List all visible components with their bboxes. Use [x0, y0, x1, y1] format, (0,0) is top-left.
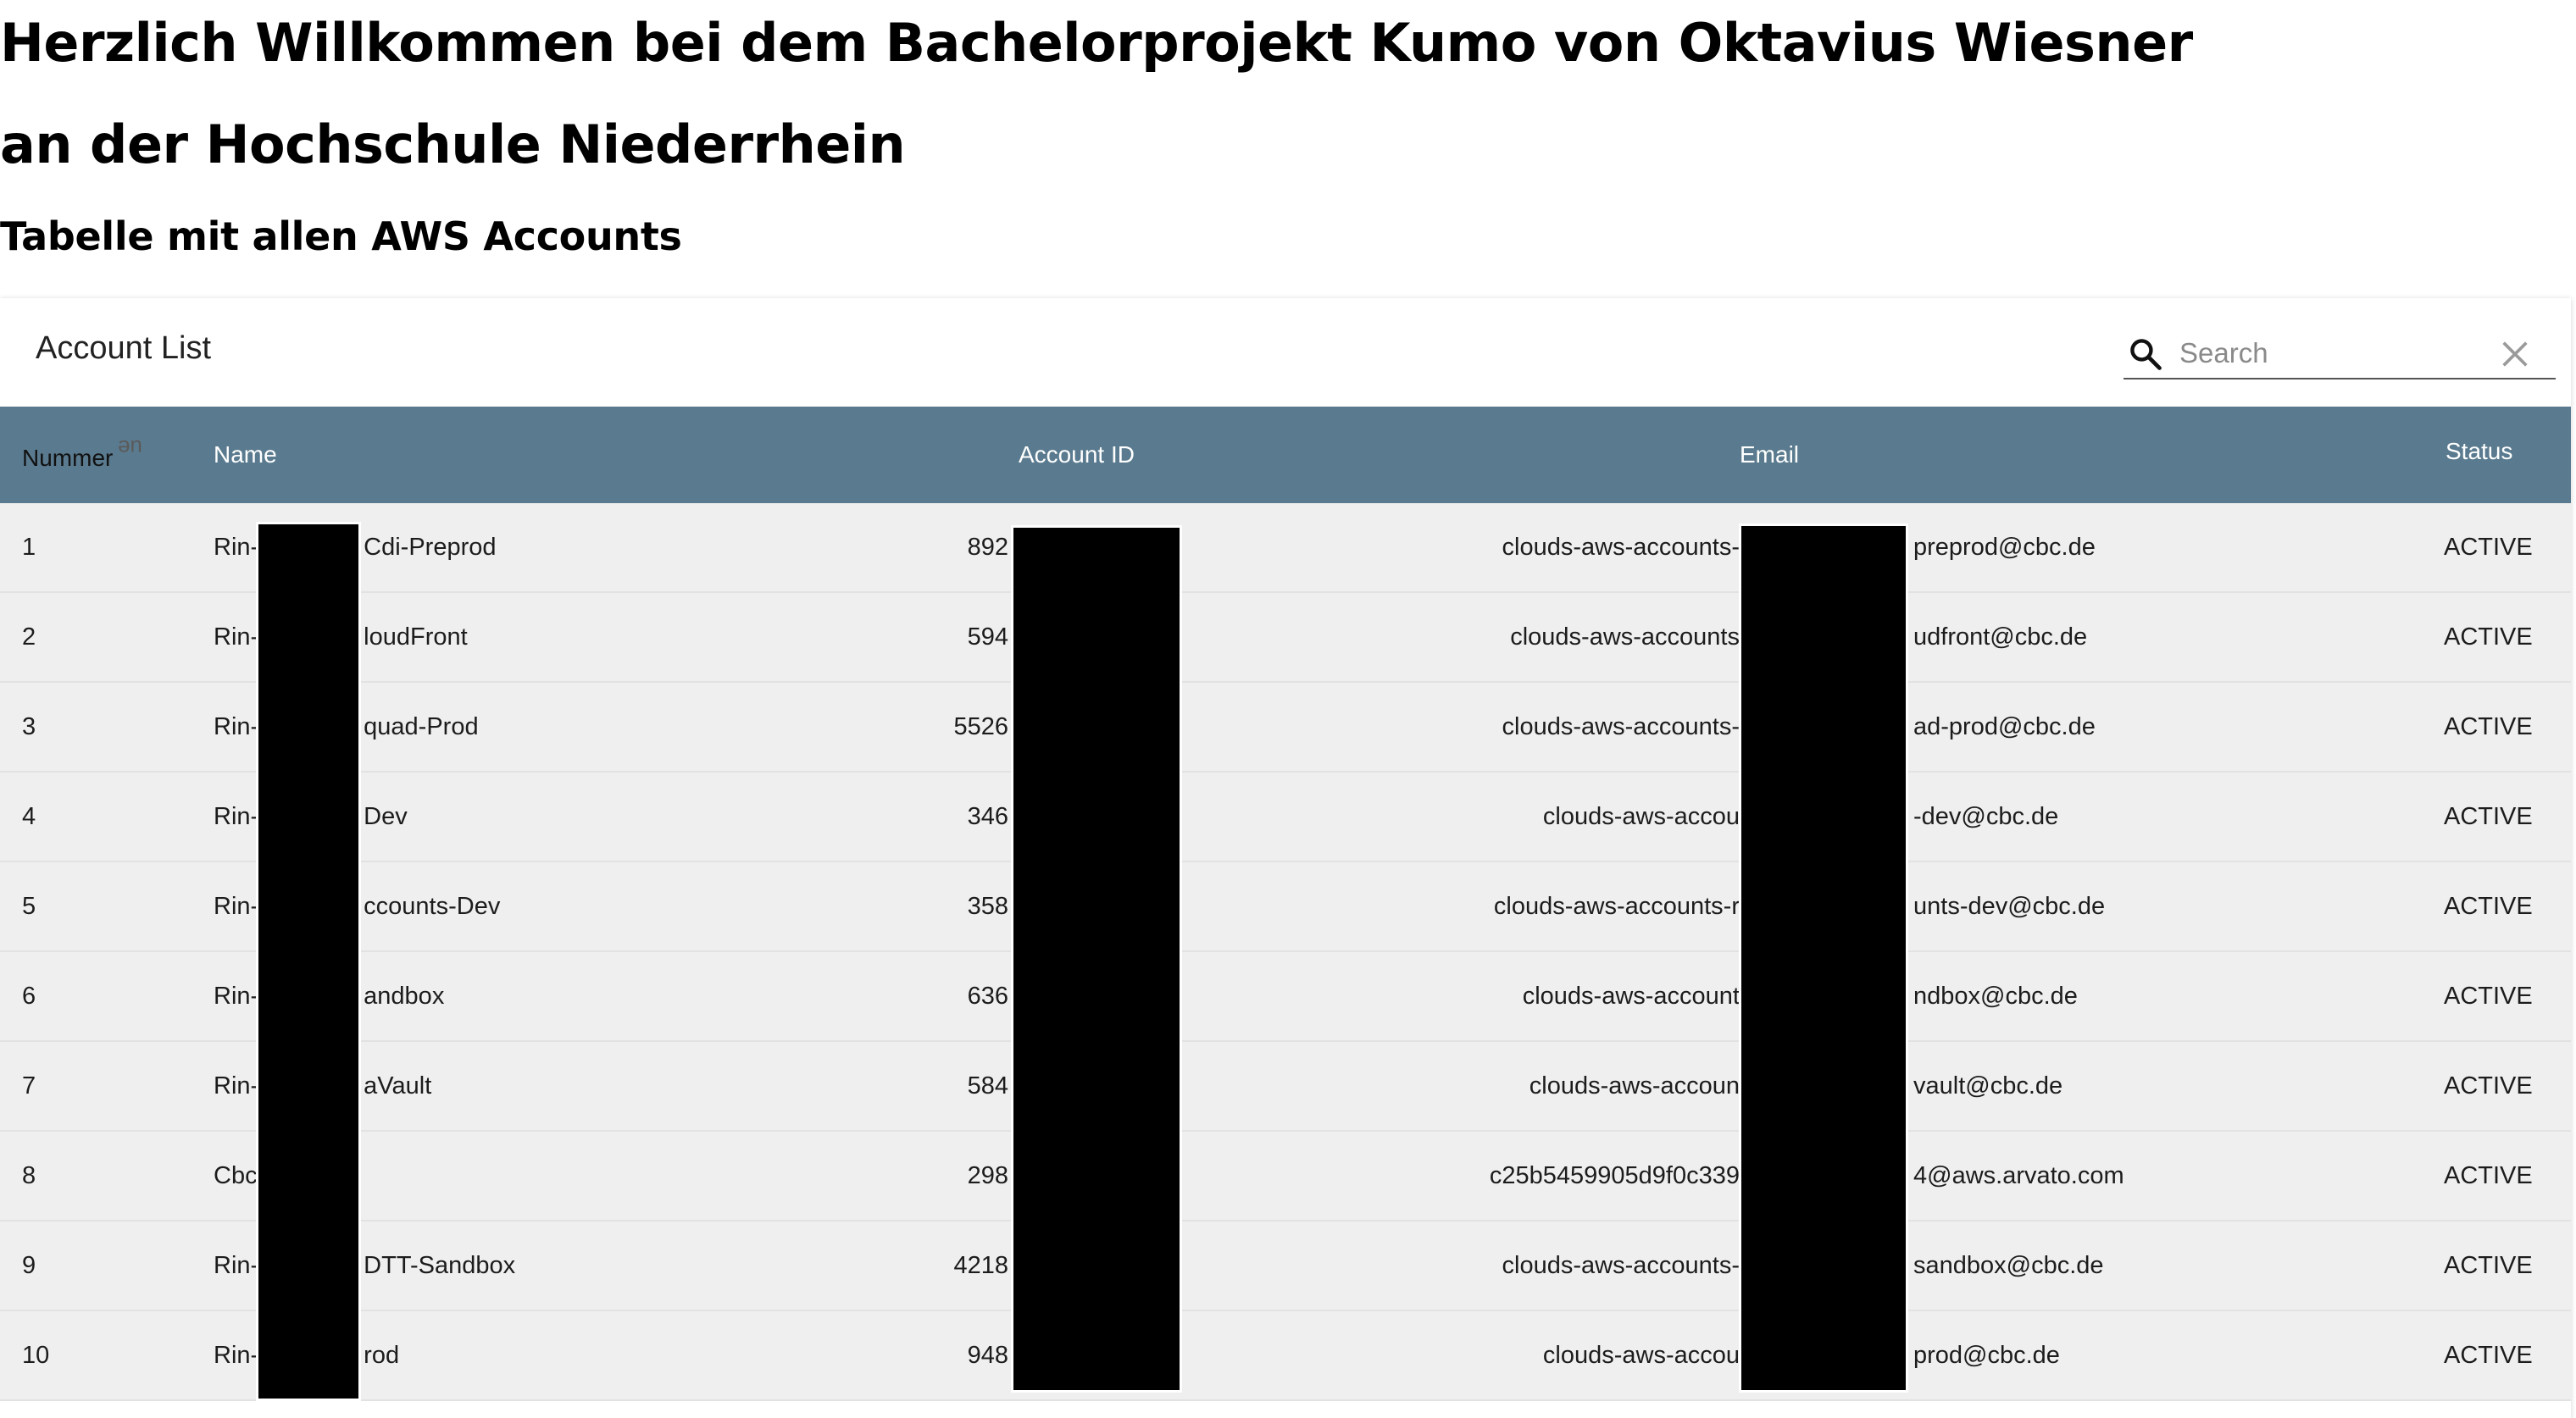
table-row[interactable]: 4 Rin- Dev 346 clouds-aws-accou -dev@cbc.… [0, 773, 2571, 862]
cell-email-suffix: unts-dev@cbc.de [1913, 893, 2106, 920]
cell-name-prefix: Rin- [214, 1342, 259, 1369]
page: Herzlich Willkommen bei dem Bachelorproj… [0, 0, 2576, 1418]
cell-nummer: 10 [22, 1342, 50, 1369]
cell-account-id: 298 [967, 1162, 1008, 1189]
cell-email-suffix: udfront@cbc.de [1913, 623, 2088, 651]
cell-status: ACTIVE [2444, 534, 2533, 561]
table-header-row: Nummer ue Name Account ID Email Status [0, 407, 2571, 503]
cell-email-suffix: vault@cbc.de [1913, 1072, 2063, 1100]
cell-email-suffix: preprod@cbc.de [1913, 534, 2096, 561]
cell-status: ACTIVE [2444, 623, 2533, 651]
cell-nummer: 9 [22, 1252, 36, 1279]
column-header-email[interactable]: Email [1740, 407, 1799, 503]
cell-nummer: 2 [22, 623, 36, 651]
redaction-bar-account-id [1011, 525, 1182, 1393]
table-title: Account List [36, 330, 211, 366]
redaction-bar-name [256, 522, 361, 1401]
cell-status: ACTIVE [2444, 1252, 2533, 1279]
table-row[interactable]: 8 Cbc 298 c25b5459905d9f0c339 4@aws.arva… [0, 1132, 2571, 1221]
cell-name-prefix: Rin- [214, 803, 259, 830]
column-header-account-id[interactable]: Account ID [1019, 407, 1135, 503]
table-body: 1 Rin- Cdi-Preprod 892 clouds-aws-account… [0, 503, 2571, 1401]
column-header-name[interactable]: Name [214, 407, 277, 503]
cell-name-prefix: Rin- [214, 893, 259, 920]
table-row[interactable]: 5 Rin-ccounts-Dev 358 clouds-aws-account… [0, 862, 2571, 952]
table-row[interactable]: 7 Rin-aVault 584 clouds-aws-accoun vault… [0, 1042, 2571, 1132]
column-header-nummer-label: Nummer [22, 445, 114, 471]
cell-email-suffix: prod@cbc.de [1913, 1342, 2060, 1369]
account-list-card: Account List Nummerue Name Account ID Em… [0, 298, 2571, 1418]
cell-email-prefix: clouds-aws-accounts- [1502, 534, 1740, 561]
cell-nummer: 6 [22, 983, 36, 1010]
cell-name-prefix: Rin- [214, 1072, 259, 1100]
page-title-line-1: Herzlich Willkommen bei dem Bachelorproj… [0, 12, 2193, 74]
cell-account-id: 5526 [953, 713, 1008, 740]
cell-email-prefix: clouds-aws-accoun [1529, 1072, 1740, 1100]
cell-email-suffix: 4@aws.arvato.com [1913, 1162, 2124, 1189]
search-icon[interactable] [2127, 335, 2164, 373]
cell-account-id: 358 [967, 893, 1008, 920]
cell-email-prefix: clouds-aws-accounts-r [1493, 893, 1740, 920]
search-input[interactable] [2178, 332, 2486, 374]
cell-account-id: 346 [967, 803, 1008, 830]
cell-nummer: 3 [22, 713, 36, 740]
cell-status: ACTIVE [2444, 893, 2533, 920]
cell-nummer: 7 [22, 1072, 36, 1100]
cell-account-id: 948 [967, 1342, 1008, 1369]
cell-email-suffix: ndbox@cbc.de [1913, 983, 2078, 1010]
cell-nummer: 8 [22, 1162, 36, 1189]
cell-email-prefix: clouds-aws-accounts- [1502, 1252, 1740, 1279]
column-header-nummer[interactable]: Nummer ue [22, 410, 142, 507]
close-icon[interactable] [2498, 337, 2532, 371]
sort-indicator[interactable]: ue [118, 400, 142, 496]
cell-email-prefix: clouds-aws-accounts [1510, 623, 1740, 651]
page-title-line-2: an der Hochschule Niederrhein [0, 114, 906, 175]
cell-account-id: 584 [967, 1072, 1008, 1100]
table-row[interactable]: 3 Rin-quad-Prod 5526 clouds-aws-accounts… [0, 683, 2571, 773]
cell-name-prefix: Rin- [214, 1252, 259, 1279]
cell-email-prefix: clouds-aws-accounts- [1502, 713, 1740, 740]
cell-status: ACTIVE [2444, 803, 2533, 830]
table-row[interactable]: 1 Rin- Cdi-Preprod 892 clouds-aws-account… [0, 503, 2571, 593]
column-header-status[interactable]: Status [2446, 403, 2512, 500]
cell-account-id: 594 [967, 623, 1008, 651]
cell-nummer: 5 [22, 893, 36, 920]
cell-name-prefix: Rin- [214, 983, 259, 1010]
cell-email-prefix: clouds-aws-accou [1542, 803, 1740, 830]
cell-email-suffix: ad-prod@cbc.de [1913, 713, 2096, 740]
table-row[interactable]: 2 Rin-loudFront 594 clouds-aws-accounts … [0, 593, 2571, 683]
cell-nummer: 1 [22, 534, 36, 561]
cell-email-prefix: c25b5459905d9f0c339 [1489, 1162, 1740, 1189]
cell-account-id: 892 [967, 534, 1008, 561]
cell-email-prefix: clouds-aws-account [1522, 983, 1740, 1010]
cell-email-prefix: clouds-aws-accou [1542, 1342, 1740, 1369]
cell-name-prefix: Cbc [214, 1162, 258, 1189]
cell-status: ACTIVE [2444, 983, 2533, 1010]
table-toolbar: Account List [0, 298, 2571, 407]
table-row[interactable]: 9 Rin- DTT-Sandbox 4218 clouds-aws-accoun… [0, 1221, 2571, 1311]
cell-name-prefix: Rin- [214, 534, 259, 561]
search-field[interactable] [2124, 329, 2556, 379]
table-row[interactable]: 10 Rin-rod 948 clouds-aws-accou prod@cbc… [0, 1311, 2571, 1401]
cell-nummer: 4 [22, 803, 36, 830]
cell-status: ACTIVE [2444, 1072, 2533, 1100]
cell-email-suffix: sandbox@cbc.de [1913, 1252, 2104, 1279]
cell-status: ACTIVE [2444, 1162, 2533, 1189]
cell-name-prefix: Rin- [214, 713, 259, 740]
cell-account-id: 636 [967, 983, 1008, 1010]
section-subtitle: Tabelle mit allen AWS Accounts [0, 213, 682, 259]
cell-email-suffix: -dev@cbc.de [1913, 803, 2059, 830]
cell-name-prefix: Rin- [214, 623, 259, 651]
cell-account-id: 4218 [953, 1252, 1008, 1279]
redaction-bar-email [1739, 523, 1908, 1393]
cell-status: ACTIVE [2444, 1342, 2533, 1369]
table-row[interactable]: 6 Rin-andbox 636 clouds-aws-account ndbo… [0, 952, 2571, 1042]
cell-status: ACTIVE [2444, 713, 2533, 740]
